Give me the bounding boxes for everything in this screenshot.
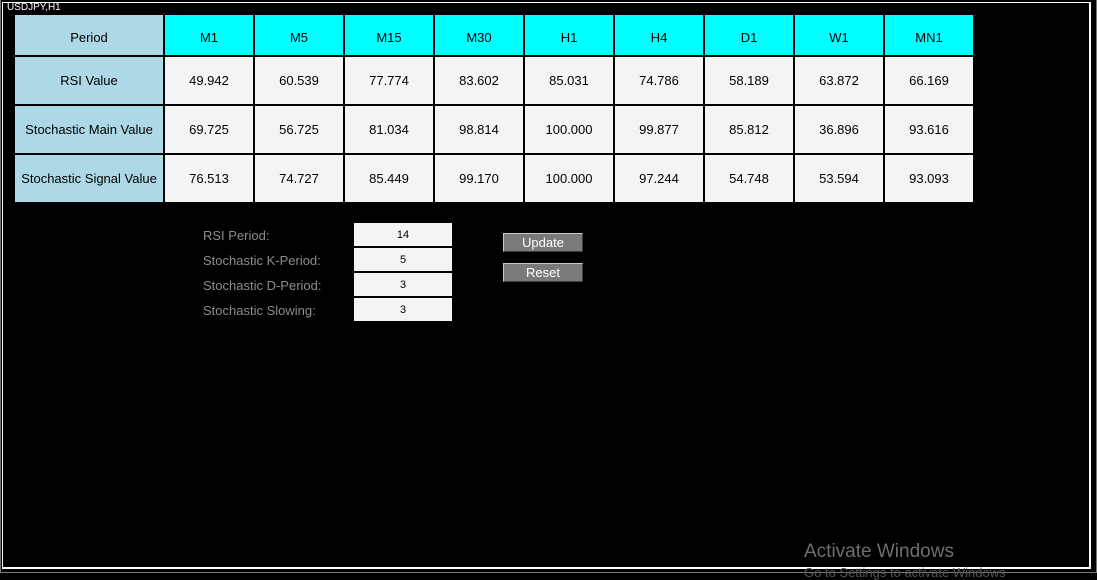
table-cell: 74.727 bbox=[253, 153, 345, 204]
row-label: RSI Value bbox=[13, 55, 165, 106]
setting-label: Stochastic D-Period: bbox=[203, 278, 322, 293]
table-cell: 49.942 bbox=[163, 55, 255, 106]
table-cell: 58.189 bbox=[703, 55, 795, 106]
table-row: Stochastic Signal Value 76.513 74.727 85.44… bbox=[13, 153, 975, 204]
table-cell: 98.814 bbox=[433, 104, 525, 155]
reset-button[interactable]: Reset bbox=[503, 263, 583, 282]
table-cell: 99.877 bbox=[613, 104, 705, 155]
setting-input[interactable] bbox=[354, 298, 452, 321]
table-cell: 53.594 bbox=[793, 153, 885, 204]
row-label: Stochastic Main Value bbox=[13, 104, 165, 155]
table-cell: 99.170 bbox=[433, 153, 525, 204]
setting-label: Stochastic Slowing: bbox=[203, 303, 316, 318]
table-cell: 93.616 bbox=[883, 104, 975, 155]
table-cell: 69.725 bbox=[163, 104, 255, 155]
table-cell: 63.872 bbox=[793, 55, 885, 106]
header-row: Period M1 M5 M15 M30 H1 H4 D1 W1 MN1 bbox=[13, 13, 975, 57]
table-cell: 66.169 bbox=[883, 55, 975, 106]
update-button[interactable]: Update bbox=[503, 233, 583, 252]
chart-title: USDJPY,H1 bbox=[7, 2, 61, 13]
setting-input[interactable] bbox=[354, 223, 452, 246]
column-header-m5: M5 bbox=[253, 13, 345, 57]
table-cell: 36.896 bbox=[793, 104, 885, 155]
table-cell: 81.034 bbox=[343, 104, 435, 155]
setting-input[interactable] bbox=[354, 273, 452, 296]
table-cell: 100.000 bbox=[523, 153, 615, 204]
table-row: RSI Value 49.942 60.539 77.774 83.602 85.031 7… bbox=[13, 55, 975, 106]
column-header-mn1: MN1 bbox=[883, 13, 975, 57]
column-header-m30: M30 bbox=[433, 13, 525, 57]
column-header-m15: M15 bbox=[343, 13, 435, 57]
table-cell: 100.000 bbox=[523, 104, 615, 155]
table-cell: 85.031 bbox=[523, 55, 615, 106]
table-cell: 85.812 bbox=[703, 104, 795, 155]
table-cell: 56.725 bbox=[253, 104, 345, 155]
column-header-d1: D1 bbox=[703, 13, 795, 57]
activate-windows-subtext: Go to Settings to activate Windows bbox=[804, 565, 1006, 580]
table-cell: 76.513 bbox=[163, 153, 255, 204]
table-cell: 77.774 bbox=[343, 55, 435, 106]
column-header-h4: H4 bbox=[613, 13, 705, 57]
table-cell: 60.539 bbox=[253, 55, 345, 106]
setting-label: Stochastic K-Period: bbox=[203, 253, 321, 268]
setting-label: RSI Period: bbox=[203, 228, 270, 243]
setting-input[interactable] bbox=[354, 248, 452, 271]
table-cell: 85.449 bbox=[343, 153, 435, 204]
column-header-h1: H1 bbox=[523, 13, 615, 57]
table-cell: 74.786 bbox=[613, 55, 705, 106]
table-row: Stochastic Main Value 69.725 56.725 81.034 9… bbox=[13, 104, 975, 155]
activate-windows-watermark: Activate Windows bbox=[804, 541, 954, 562]
row-label: Stochastic Signal Value bbox=[13, 153, 165, 204]
column-header-w1: W1 bbox=[793, 13, 885, 57]
table-cell: 97.244 bbox=[613, 153, 705, 204]
column-header-m1: M1 bbox=[163, 13, 255, 57]
indicator-table: Period M1 M5 M15 M30 H1 H4 D1 W1 MN1 RSI Value 49.9… bbox=[13, 13, 975, 204]
table-cell: 83.602 bbox=[433, 55, 525, 106]
table-cell: 54.748 bbox=[703, 153, 795, 204]
table-cell: 93.093 bbox=[883, 153, 975, 204]
period-header: Period bbox=[13, 13, 165, 57]
